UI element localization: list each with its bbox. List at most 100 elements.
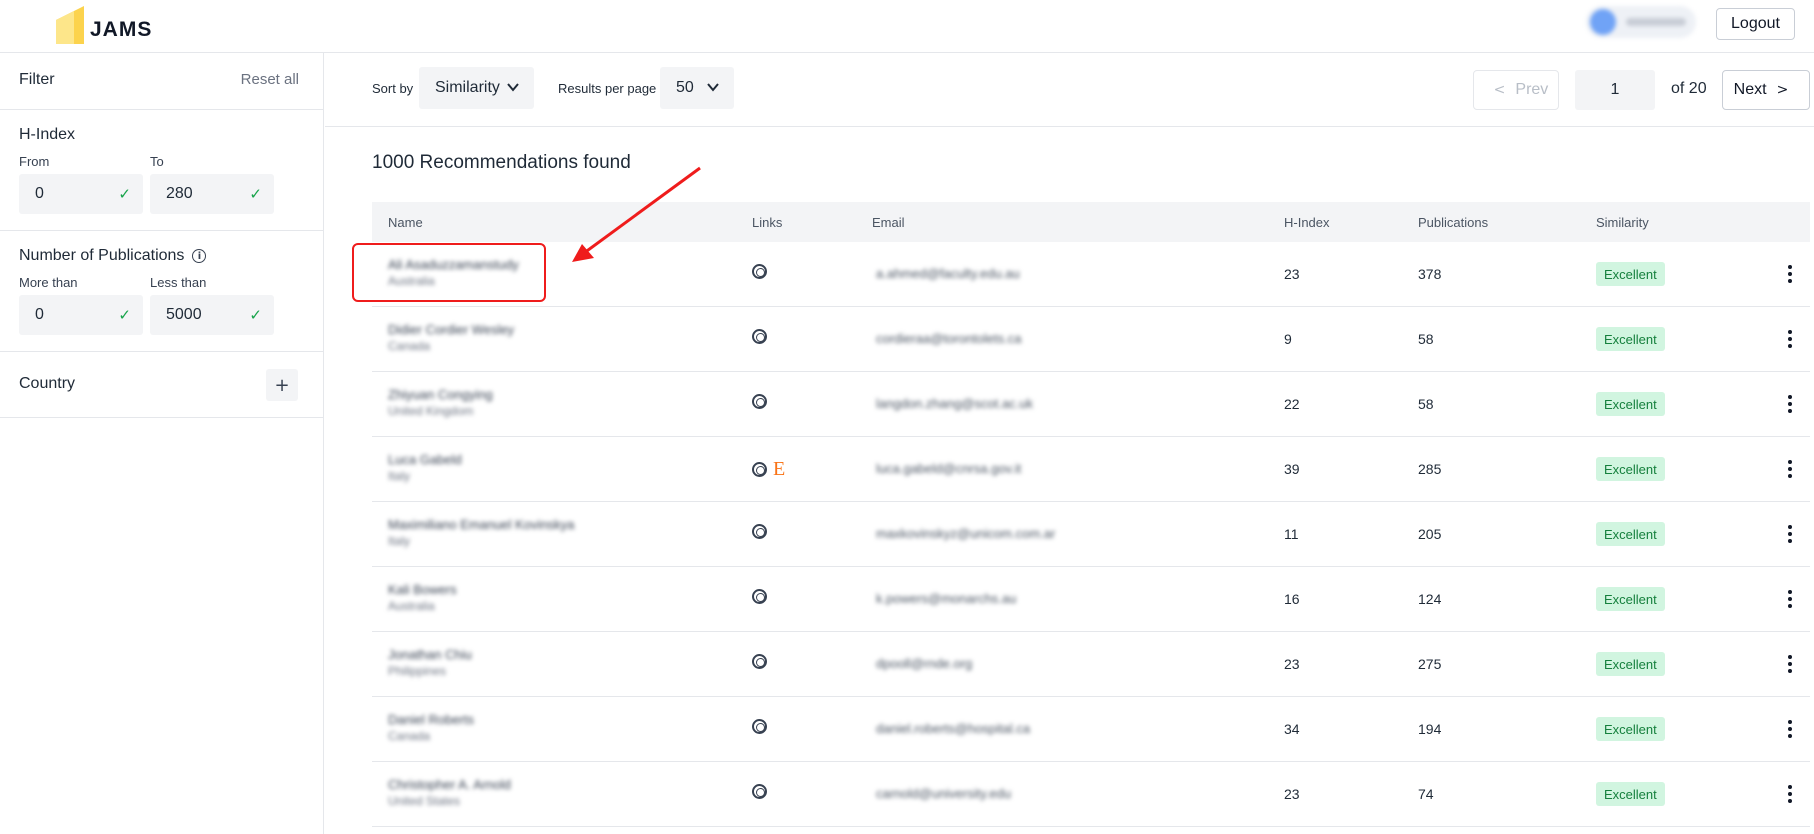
publications-title-text: Number of Publications (19, 247, 185, 264)
table-row[interactable]: Kali Bowers Australia k.powers@monarchs.au… (372, 567, 1810, 632)
similarity-badge: Excellent (1596, 457, 1665, 481)
author-email[interactable]: luca.gabeld@cnrsa.gov.it (876, 461, 1021, 476)
author-links (752, 524, 767, 539)
author-email[interactable]: maxkovinskyz@unicom.com.ar (876, 526, 1055, 541)
author-hindex: 23 (1284, 266, 1300, 282)
similarity-badge: Excellent (1596, 782, 1665, 806)
orcid-icon[interactable] (752, 654, 767, 669)
author-name[interactable]: Kali Bowers Australia (388, 582, 457, 613)
author-hindex: 9 (1284, 331, 1292, 347)
publications-less-field[interactable]: 5000 ✓ (150, 295, 274, 335)
kebab-menu-icon[interactable] (1780, 585, 1800, 613)
info-icon[interactable]: i (192, 249, 207, 263)
check-icon: ✓ (118, 306, 131, 324)
author-name[interactable]: Daniel Roberts Canada (388, 712, 474, 743)
author-name[interactable]: Zhiyuan Congying United Kingdom (388, 387, 493, 418)
author-email[interactable]: daniel.roberts@hospital.ca (876, 721, 1030, 736)
hindex-from-field[interactable]: 0 ✓ (19, 174, 143, 214)
similarity-badge: Excellent (1596, 652, 1665, 676)
author-publications: 74 (1418, 786, 1434, 802)
author-email[interactable]: langdon.zhang@scot.ac.uk (876, 396, 1033, 411)
column-similarity[interactable]: Similarity (1596, 215, 1649, 230)
author-publications: 275 (1418, 656, 1442, 672)
results-per-page-select[interactable]: 50 (660, 67, 734, 109)
author-country: Australia (388, 599, 435, 613)
similarity-badge: Excellent (1596, 327, 1665, 351)
logo[interactable]: JAMS (56, 4, 152, 44)
e-link-icon[interactable]: E (773, 459, 785, 479)
author-name-text: Maximiliano Emanuel Kovinskya (388, 517, 575, 532)
author-links (752, 589, 767, 604)
kebab-menu-icon[interactable] (1780, 455, 1800, 483)
author-email[interactable]: carnold@university.edu (876, 786, 1011, 801)
orcid-icon[interactable] (752, 394, 767, 409)
kebab-menu-icon[interactable] (1780, 650, 1800, 678)
author-name[interactable]: Luca Gabeld Italy (388, 452, 462, 483)
author-name[interactable]: Maximiliano Emanuel Kovinskya Italy (388, 517, 574, 548)
kebab-menu-icon[interactable] (1780, 520, 1800, 548)
author-name[interactable]: Christopher A. Arnold United States (388, 777, 511, 808)
next-button[interactable]: Next > (1722, 70, 1810, 110)
hindex-to-field[interactable]: 280 ✓ (150, 174, 274, 214)
author-country: United States (388, 794, 461, 808)
author-email[interactable]: k.powers@monarchs.au (876, 591, 1016, 606)
author-hindex: 23 (1284, 786, 1300, 802)
orcid-icon[interactable] (752, 784, 767, 799)
logout-button[interactable]: Logout (1716, 8, 1795, 40)
author-name-text: Zhiyuan Congying (388, 387, 493, 402)
author-name[interactable]: Didier Cordier Wesley Canada (388, 322, 514, 353)
table-row[interactable]: Maximiliano Emanuel Kovinskya Italy maxkov… (372, 502, 1810, 567)
author-links (752, 329, 767, 344)
column-name[interactable]: Name (388, 215, 423, 230)
table-row[interactable]: Daniel Roberts Canada daniel.roberts@hospi… (372, 697, 1810, 762)
orcid-icon[interactable] (752, 264, 767, 279)
publications-more-field[interactable]: 0 ✓ (19, 295, 143, 335)
author-publications: 285 (1418, 461, 1442, 477)
author-publications: 124 (1418, 591, 1442, 607)
author-name-text: Kali Bowers (388, 582, 457, 597)
reset-all-link[interactable]: Reset all (241, 71, 299, 88)
publications-filter: Number of Publications i More than Less … (0, 231, 323, 352)
hindex-title: H-Index (19, 126, 76, 143)
annotation-highlight-box (352, 243, 546, 302)
kebab-menu-icon[interactable] (1780, 260, 1800, 288)
plus-icon[interactable]: + (266, 369, 298, 401)
author-email[interactable]: cordieraa@torontolets.ca (876, 331, 1021, 346)
column-hindex[interactable]: H-Index (1284, 215, 1330, 230)
author-name[interactable]: Jonathan Chiu Philippines (388, 647, 472, 678)
author-country: Italy (388, 534, 411, 548)
author-country: United Kingdom (388, 404, 474, 418)
filter-header: Filter Reset all (0, 53, 323, 110)
table-row[interactable]: Jonathan Chiu Philippines dpooll@rnde.org 2… (372, 632, 1810, 697)
author-email[interactable]: a.ahmed@faculty.edu.au (876, 266, 1020, 281)
user-menu[interactable] (1586, 6, 1696, 38)
check-icon: ✓ (249, 185, 262, 203)
kebab-menu-icon[interactable] (1780, 325, 1800, 353)
orcid-icon[interactable] (752, 461, 767, 477)
author-email[interactable]: dpooll@rnde.org (876, 656, 972, 671)
author-publications: 205 (1418, 526, 1442, 542)
author-links (752, 784, 767, 799)
table-row[interactable]: Zhiyuan Congying United Kingdom langdon.zh… (372, 372, 1810, 437)
table-row[interactable]: Didier Cordier Wesley Canada cordieraa@tor… (372, 307, 1810, 372)
page-number-input[interactable]: 1 (1575, 70, 1655, 110)
kebab-menu-icon[interactable] (1780, 780, 1800, 808)
similarity-badge: Excellent (1596, 587, 1665, 611)
author-links (752, 654, 767, 669)
similarity-badge: Excellent (1596, 522, 1665, 546)
kebab-menu-icon[interactable] (1780, 390, 1800, 418)
check-icon: ✓ (249, 306, 262, 324)
orcid-icon[interactable] (752, 524, 767, 539)
column-publications[interactable]: Publications (1418, 215, 1488, 230)
orcid-icon[interactable] (752, 719, 767, 734)
chevron-down-icon (707, 83, 719, 92)
kebab-menu-icon[interactable] (1780, 715, 1800, 743)
author-links: E (752, 459, 785, 479)
table-row[interactable]: Christopher A. Arnold United States carnol… (372, 762, 1810, 827)
orcid-icon[interactable] (752, 329, 767, 344)
sort-select[interactable]: Similarity (419, 67, 534, 109)
prev-button[interactable]: < Prev (1473, 70, 1559, 110)
table-row[interactable]: Luca Gabeld Italy Eluca.gabeld@cnrsa.gov.i… (372, 437, 1810, 502)
filter-sidebar: Filter Reset all H-Index From To 0 ✓ 280… (0, 53, 324, 834)
orcid-icon[interactable] (752, 589, 767, 604)
